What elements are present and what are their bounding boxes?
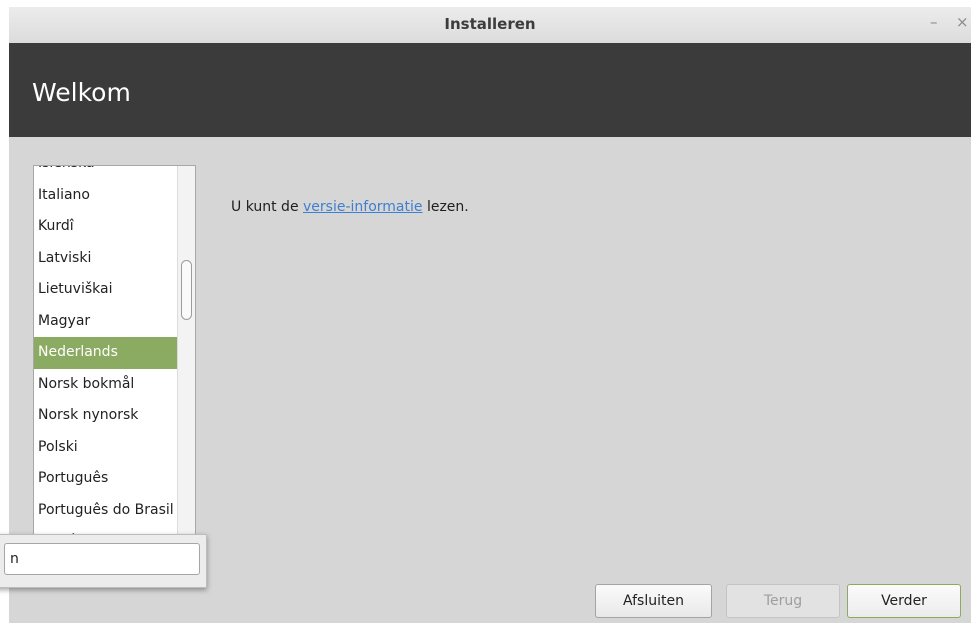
- search-input[interactable]: [4, 543, 200, 575]
- release-notes-link[interactable]: versie-informatie: [303, 199, 422, 215]
- type-ahead-search-popup: [0, 534, 207, 588]
- list-item[interactable]: Italiano: [34, 180, 177, 212]
- page-title: Welkom: [32, 78, 131, 107]
- list-item-selected[interactable]: Nederlands: [34, 337, 177, 369]
- page-header: Welkom: [9, 43, 971, 137]
- back-button[interactable]: Terug: [726, 584, 840, 618]
- next-button[interactable]: Verder: [847, 584, 961, 618]
- list-item[interactable]: Lietuviškai: [34, 274, 177, 306]
- release-notes-suffix: lezen.: [422, 199, 469, 215]
- installer-window: Installeren – × Welkom Íslenska Italiano…: [9, 7, 971, 623]
- list-item[interactable]: Latviski: [34, 243, 177, 275]
- release-notes-text: U kunt de versie-informatie lezen.: [231, 199, 469, 215]
- list-item[interactable]: Português do Brasil: [34, 495, 177, 527]
- list-item[interactable]: Norsk nynorsk: [34, 400, 177, 432]
- list-item[interactable]: Português: [34, 463, 177, 495]
- list-item[interactable]: Norsk bokmål: [34, 369, 177, 401]
- list-item[interactable]: Íslenska: [34, 166, 177, 180]
- list-scrollbar[interactable]: [177, 166, 195, 544]
- close-button[interactable]: ×: [956, 13, 969, 31]
- list-item[interactable]: Kurdî: [34, 211, 177, 243]
- language-list[interactable]: Íslenska Italiano Kurdî Latviski Lietuvi…: [33, 165, 196, 545]
- title-bar: Installeren – ×: [9, 7, 971, 44]
- list-item[interactable]: Polski: [34, 432, 177, 464]
- window-title: Installeren: [444, 15, 536, 33]
- quit-button[interactable]: Afsluiten: [595, 584, 712, 618]
- release-notes-prefix: U kunt de: [231, 199, 304, 215]
- minimize-button[interactable]: –: [930, 13, 938, 31]
- scrollbar-thumb[interactable]: [181, 260, 192, 320]
- list-item[interactable]: Magyar: [34, 306, 177, 338]
